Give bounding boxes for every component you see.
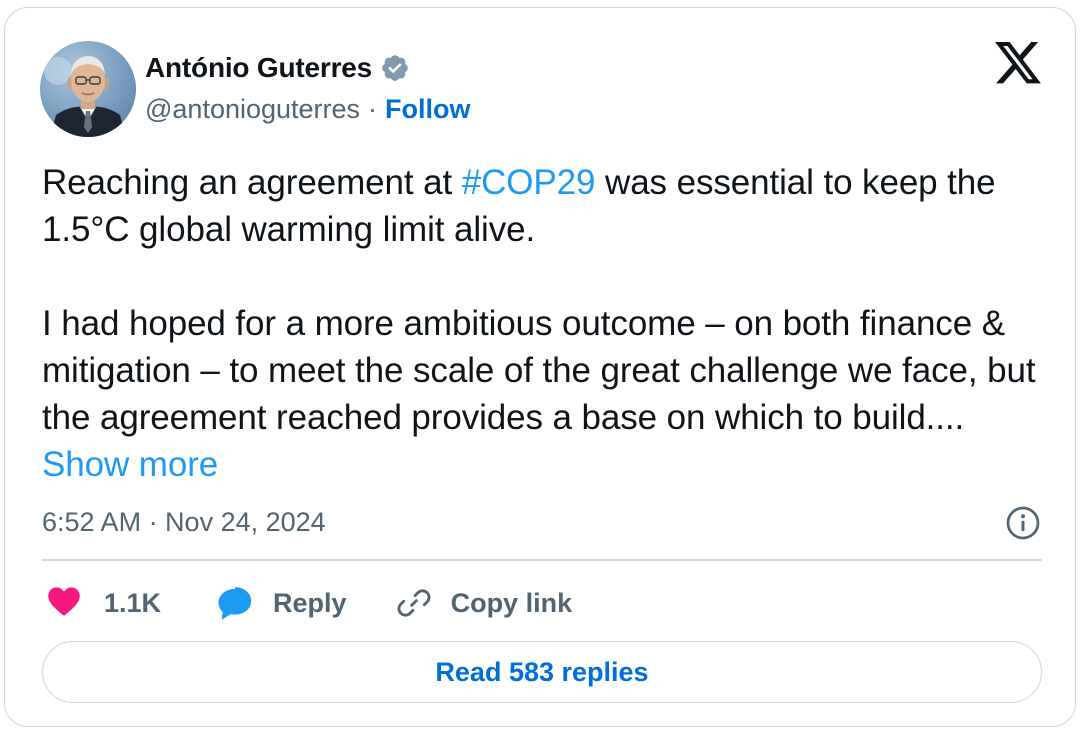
tweet-actions: 1.1K Reply Copy link xyxy=(42,580,572,626)
read-replies-button[interactable]: Read 583 replies xyxy=(42,641,1042,703)
divider xyxy=(42,559,1042,561)
x-logo-icon[interactable] xyxy=(995,42,1041,84)
author-handle[interactable]: @antonioguterres xyxy=(145,94,360,125)
author-name[interactable]: António Guterres xyxy=(145,52,372,84)
tweet-paragraph-2: I had hoped for a more ambitious outcome… xyxy=(42,304,1036,484)
hashtag-link[interactable]: #COP29 xyxy=(462,163,596,202)
author-handle-row: @antonioguterres · Follow xyxy=(145,90,471,128)
link-icon xyxy=(395,584,433,622)
copy-link-label: Copy link xyxy=(450,587,573,618)
reply-button[interactable]: Reply xyxy=(215,583,347,623)
follow-button[interactable]: Follow xyxy=(385,94,470,125)
avatar[interactable] xyxy=(40,41,136,137)
tweet-paragraph-1: Reaching an agreement at #COP29 was esse… xyxy=(42,163,996,249)
separator-dot: · xyxy=(368,93,378,124)
copy-link-button[interactable]: Copy link xyxy=(395,584,573,622)
avatar-image xyxy=(40,41,136,137)
like-button[interactable]: 1.1K xyxy=(42,583,161,623)
tweet-text: Reaching an agreement at #COP29 was esse… xyxy=(42,159,1042,488)
tweet-timestamp[interactable]: 6:52 AM · Nov 24, 2024 xyxy=(42,503,326,541)
reply-label: Reply xyxy=(273,587,347,618)
verified-badge-icon xyxy=(380,53,410,83)
info-icon[interactable] xyxy=(1005,505,1041,541)
read-replies-label: Read 583 replies xyxy=(435,656,649,687)
like-count: 1.1K xyxy=(104,587,162,618)
speech-bubble-icon xyxy=(215,583,255,623)
tweet-embed-card: António Guterres @antonioguterres · Foll… xyxy=(4,7,1076,727)
heart-icon xyxy=(46,583,86,623)
author-name-row: António Guterres xyxy=(145,50,410,86)
show-more-link[interactable]: Show more xyxy=(42,445,218,484)
